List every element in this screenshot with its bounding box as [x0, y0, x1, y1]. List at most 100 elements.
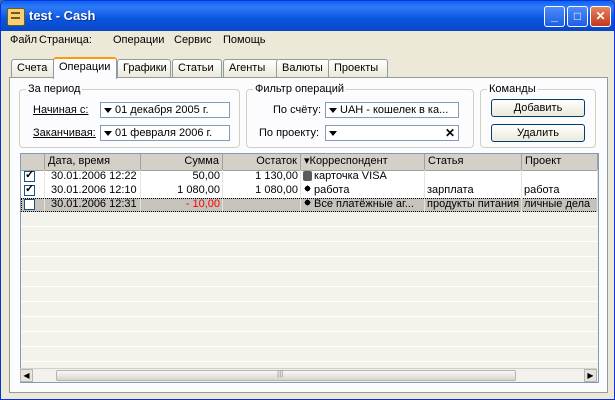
scroll-right-icon[interactable]: ▶ [584, 369, 597, 382]
header-check [21, 154, 45, 170]
empty-table-row [21, 332, 598, 347]
tab-operations[interactable]: Операции [53, 57, 117, 79]
row-checkbox[interactable] [24, 170, 35, 182]
empty-table-row [21, 257, 598, 272]
table-row[interactable]: 30.01.2006 12:10 1 080,00 1 080,00 работ… [21, 184, 598, 198]
tab-projects[interactable]: Проекты [328, 59, 388, 77]
amount-cell: 50,00 [141, 170, 223, 184]
chevron-down-icon [329, 131, 337, 136]
filter-title: Фильтр операций [253, 83, 347, 95]
person-icon [303, 199, 312, 210]
empty-table-row [21, 347, 598, 362]
chevron-down-icon [104, 108, 112, 113]
empty-table-row [21, 242, 598, 257]
chevron-down-icon [104, 131, 112, 136]
empty-table-row [21, 227, 598, 242]
project-cell: работа [522, 184, 598, 198]
amount-cell: 1 080,00 [141, 184, 223, 198]
window-title: test - Cash [29, 8, 96, 23]
end-date-value: 01 февраля 2006 г. [115, 127, 213, 139]
correspondent-cell: работа [301, 184, 425, 198]
balance-cell: 1 080,00 [223, 184, 301, 198]
header-project[interactable]: Проект [522, 154, 598, 170]
header-balance[interactable]: Остаток [223, 154, 301, 170]
empty-table-row [21, 302, 598, 317]
empty-table-row [21, 287, 598, 302]
delete-button[interactable]: Удалить [491, 124, 585, 142]
header-article[interactable]: Статья [425, 154, 522, 170]
period-group: За период Начиная с: 01 декабря 2005 г. … [19, 83, 240, 148]
table-row-selected[interactable]: 30.01.2006 12:31 - 10,00 Все платёжные а… [21, 198, 598, 212]
start-date-label: Начиная с: [33, 104, 89, 116]
table-row[interactable]: 30.01.2006 12:22 50,00 1 130,00 карточка… [21, 170, 598, 184]
card-icon [303, 171, 312, 182]
empty-table-row [21, 317, 598, 332]
title-bar[interactable]: test - Cash _ □ ✕ [1, 1, 614, 31]
chevron-down-icon [329, 108, 337, 113]
commands-group: Команды Добавить Удалить [480, 83, 596, 148]
balance-cell [223, 198, 301, 212]
account-filter-value: UAH - кошелек в ка... [340, 104, 449, 116]
menu-page[interactable]: Страница: [39, 34, 92, 46]
header-correspondent[interactable]: ▾Корреспондент [301, 154, 425, 170]
date-cell: 30.01.2006 12:22 [45, 170, 141, 184]
table-header: Дата, время Сумма Остаток ▾Корреспондент… [21, 154, 598, 171]
project-filter-label: По проекту: [259, 127, 320, 139]
period-title: За период [26, 83, 83, 95]
app-window: test - Cash _ □ ✕ Файл Страница: Операци… [0, 0, 615, 400]
filter-group: Фильтр операций По счёту: UAH - кошелек … [246, 83, 474, 148]
menu-bar: Файл Страница: Операции Сервис Помощь [1, 31, 614, 51]
add-button[interactable]: Добавить [491, 99, 585, 117]
correspondent-text: карточка VISA [314, 170, 387, 182]
operations-table: Дата, время Сумма Остаток ▾Корреспондент… [20, 153, 599, 383]
date-cell: 30.01.2006 12:31 [45, 198, 141, 212]
end-date-picker[interactable]: 01 февраля 2006 г. [100, 125, 230, 141]
tab-articles[interactable]: Статьи [172, 59, 222, 77]
account-filter-label: По счёту: [273, 104, 322, 116]
header-date[interactable]: Дата, время [45, 154, 141, 170]
menu-service[interactable]: Сервис [174, 34, 212, 46]
menu-operations[interactable]: Операции [113, 34, 164, 46]
horizontal-scrollbar[interactable]: ◀ ▶ [20, 368, 597, 382]
correspondent-text: работа [314, 184, 350, 196]
tab-charts[interactable]: Графики [117, 59, 171, 77]
balance-cell: 1 130,00 [223, 170, 301, 184]
project-cell: личные дела [522, 198, 598, 212]
tab-agents[interactable]: Агенты [223, 59, 279, 77]
header-amount[interactable]: Сумма [141, 154, 223, 170]
tab-currencies[interactable]: Валюты [276, 59, 330, 77]
start-date-picker[interactable]: 01 декабря 2005 г. [100, 102, 230, 118]
row-check-cell [21, 184, 45, 198]
start-date-value: 01 декабря 2005 г. [115, 104, 209, 116]
maximize-button[interactable]: □ [567, 6, 588, 27]
project-cell [522, 170, 598, 184]
date-cell: 30.01.2006 12:10 [45, 184, 141, 198]
row-check-cell [21, 198, 45, 212]
minimize-button[interactable]: _ [544, 6, 565, 27]
row-checkbox[interactable] [24, 184, 35, 196]
scroll-left-icon[interactable]: ◀ [20, 369, 33, 382]
header-correspondent-label: Корреспондент [309, 155, 388, 167]
amount-cell: - 10,00 [141, 198, 223, 212]
row-check-cell [21, 170, 45, 184]
article-cell [425, 170, 522, 184]
tab-accounts[interactable]: Счета [11, 59, 58, 77]
correspondent-text: Все платёжные аг... [314, 198, 414, 210]
row-checkbox[interactable] [24, 199, 35, 210]
correspondent-cell: Все платёжные аг... [301, 198, 425, 212]
menu-file[interactable]: Файл [10, 34, 37, 46]
account-filter-select[interactable]: UAH - кошелек в ка... [325, 102, 459, 118]
project-filter-select[interactable]: ✕ [325, 125, 459, 141]
clear-icon[interactable]: ✕ [445, 126, 455, 140]
empty-table-row [21, 212, 598, 227]
commands-title: Команды [487, 83, 538, 95]
cash-app-icon [7, 8, 25, 26]
end-date-label: Заканчивая: [33, 127, 96, 139]
correspondent-cell: карточка VISA [301, 170, 425, 184]
article-cell: продукты питания [425, 198, 522, 212]
scroll-thumb[interactable] [56, 369, 516, 381]
menu-help[interactable]: Помощь [223, 34, 266, 46]
person-icon [303, 185, 312, 196]
close-button[interactable]: ✕ [590, 6, 611, 27]
empty-table-row [21, 272, 598, 287]
